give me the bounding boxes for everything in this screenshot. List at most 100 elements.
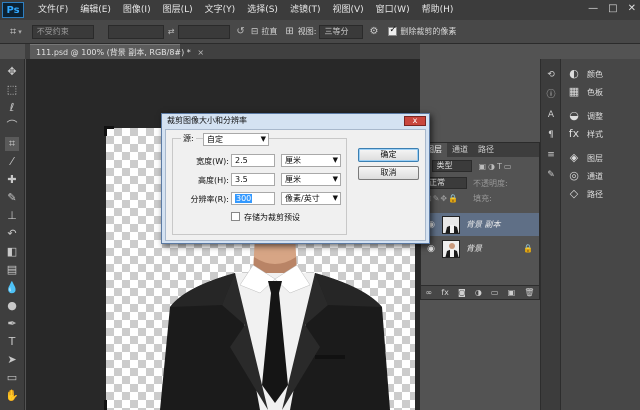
layer-name: 背景 [466, 244, 482, 253]
pen-tool-icon[interactable]: ✒ [5, 317, 19, 331]
trash-icon[interactable]: 🗑 [524, 288, 534, 297]
menu-help[interactable]: 帮助(H) [416, 0, 460, 20]
delete-cropped-checkbox[interactable] [388, 25, 398, 36]
width-input[interactable]: 2.5 [231, 154, 275, 167]
lock-icons[interactable]: ⊡✎✥🔒 [425, 194, 459, 203]
layer-style-icon[interactable]: fx [441, 288, 449, 297]
height-input[interactable]: 3.5 [231, 173, 275, 186]
link-layers-icon[interactable]: ∞ [426, 288, 433, 297]
history-icon[interactable]: ⟲ [545, 69, 557, 81]
dock-styles[interactable]: fx 样式 [567, 127, 603, 141]
move-tool-icon[interactable]: ✥ [5, 65, 19, 79]
size-group: 源: 自定 ▼ 宽度(W): 2.5 厘米 ▼ 高度(H): 3.5 厘米 ▼ … [172, 133, 347, 235]
shape-tool-icon[interactable]: ▭ [5, 371, 19, 385]
tool-preset-chevron-icon[interactable]: ▾ [18, 28, 22, 36]
healing-tool-icon[interactable]: ✚ [5, 173, 19, 187]
window-controls: — □ ✕ [588, 3, 636, 14]
menu-window[interactable]: 窗口(W) [370, 0, 416, 20]
menu-view[interactable]: 视图(V) [326, 0, 369, 20]
width-label: 宽度(W): [196, 157, 229, 166]
dock-adjustments[interactable]: ◒ 调整 [567, 109, 603, 123]
menu-image[interactable]: 图像(I) [117, 0, 157, 20]
layer-filter-select[interactable]: 类型 [432, 160, 473, 172]
quick-select-tool-icon[interactable]: ⌒ [5, 119, 19, 133]
dock-adjustments-label: 调整 [587, 111, 603, 121]
save-preset-label[interactable]: 存储为裁剪预设 [244, 212, 300, 223]
path-select-tool-icon[interactable]: ➤ [5, 353, 19, 367]
new-layer-icon[interactable]: ▣ [508, 288, 516, 297]
dock-channels[interactable]: ◎ 通道 [567, 169, 603, 183]
layer-background[interactable]: ◉ 背景 🔒 [421, 237, 539, 260]
dock-color-label: 颜色 [587, 69, 603, 79]
dock-paths[interactable]: ◇ 路径 [567, 187, 603, 201]
stamp-tool-icon[interactable]: ⊥ [5, 209, 19, 223]
filter-icons[interactable]: ▣◑T▭ [478, 162, 513, 171]
document-tab-close-icon[interactable]: × [197, 48, 204, 57]
dock-swatches[interactable]: ▦ 色板 [567, 85, 603, 99]
straighten-icon[interactable]: ⊟ [251, 27, 259, 37]
layer-mask-icon[interactable]: ◙ [458, 288, 466, 297]
source-select[interactable]: 自定 ▼ [203, 133, 269, 146]
dock-color[interactable]: ◐ 颜色 [567, 67, 603, 81]
minimize-button[interactable]: — [588, 3, 598, 14]
cancel-button[interactable]: 取消 [358, 166, 419, 180]
adjustment-layer-icon[interactable]: ◑ [475, 288, 482, 297]
delete-cropped-label[interactable]: 删除裁剪的像素 [400, 26, 456, 37]
history-brush-icon[interactable]: ↶ [5, 227, 19, 241]
dock-layers[interactable]: ◈ 图层 [567, 151, 603, 165]
brush-tool-icon[interactable]: ✎ [5, 191, 19, 205]
new-group-icon[interactable]: ▭ [491, 288, 499, 297]
character-icon[interactable]: A [545, 109, 557, 121]
brush-panel-icon[interactable]: ✎ [545, 169, 557, 181]
dialog-close-button[interactable]: x [404, 116, 426, 126]
layer-background-copy[interactable]: ◉ 背景 副本 [421, 213, 539, 236]
marquee-tool-icon[interactable]: ⬚ [5, 83, 19, 97]
hand-tool-icon[interactable]: ✋ [5, 389, 19, 403]
properties-icon[interactable]: ≡ [545, 149, 557, 161]
crop-height-input[interactable] [178, 24, 231, 39]
chevron-down-icon: ▼ [260, 135, 266, 143]
info-icon[interactable]: ⓘ [545, 89, 557, 101]
save-preset-checkbox[interactable] [231, 212, 240, 221]
crop-tool-icon[interactable]: ⌗ [5, 137, 19, 151]
menu-layer[interactable]: 图层(L) [157, 0, 199, 20]
eraser-tool-icon[interactable]: ◧ [5, 245, 19, 259]
height-unit-select[interactable]: 厘米 ▼ [281, 173, 341, 186]
blend-row: 正常 不透明度: [421, 177, 539, 189]
crop-ratio-select[interactable]: 不受约束 [31, 24, 94, 39]
lasso-tool-icon[interactable]: ℓ [5, 101, 19, 115]
opacity-label: 不透明度: [473, 178, 508, 188]
dodge-tool-icon[interactable]: ● [5, 299, 19, 313]
type-tool-icon[interactable]: T [5, 335, 19, 349]
tab-paths[interactable]: 路径 [473, 143, 499, 157]
document-tab[interactable]: 111.psd @ 100% (背景 副本, RGB/8#) * × [30, 44, 204, 59]
width-unit-select[interactable]: 厘米 ▼ [281, 154, 341, 167]
eyedropper-tool-icon[interactable]: ⁄ [5, 155, 19, 169]
menu-filter[interactable]: 滤镜(T) [284, 0, 327, 20]
menu-edit[interactable]: 编辑(E) [74, 0, 117, 20]
crop-handle-tl-v[interactable] [104, 126, 107, 136]
swap-icon[interactable]: ⇄ [168, 27, 175, 36]
resolution-input[interactable]: 300 [231, 192, 275, 205]
view-overlay-select[interactable]: 三等分 [319, 24, 364, 39]
menu-select[interactable]: 选择(S) [241, 0, 284, 20]
ok-button[interactable]: 确定 [358, 148, 419, 162]
styles-icon: fx [568, 127, 580, 140]
menu-file[interactable]: 文件(F) [32, 0, 74, 20]
maximize-button[interactable]: □ [608, 3, 617, 14]
resolution-unit-select[interactable]: 像素/英寸 ▼ [281, 192, 341, 205]
paragraph-icon[interactable]: ¶ [545, 129, 557, 141]
clear-icon[interactable]: ↺ [236, 26, 244, 37]
crop-width-input[interactable] [107, 24, 164, 39]
blur-tool-icon[interactable]: 💧 [5, 281, 19, 295]
crop-handle-bl[interactable] [104, 400, 107, 410]
straighten-label[interactable]: 拉直 [261, 26, 277, 37]
crop-tool-icon[interactable]: ⌗ [10, 25, 16, 39]
menu-type[interactable]: 文字(Y) [199, 0, 242, 20]
tab-channels[interactable]: 通道 [447, 143, 473, 157]
blend-mode-select[interactable]: 正常 [425, 177, 467, 189]
gradient-tool-icon[interactable]: ▤ [5, 263, 19, 277]
close-window-button[interactable]: ✕ [628, 3, 636, 14]
gear-icon[interactable]: ⚙ [369, 26, 378, 37]
options-bar: ⌗ ▾ 不受约束 ⇄ ↺ ⊟ 拉直 ⊞ 视图: 三等分 ⚙ 删除裁剪的像素 [0, 20, 640, 44]
